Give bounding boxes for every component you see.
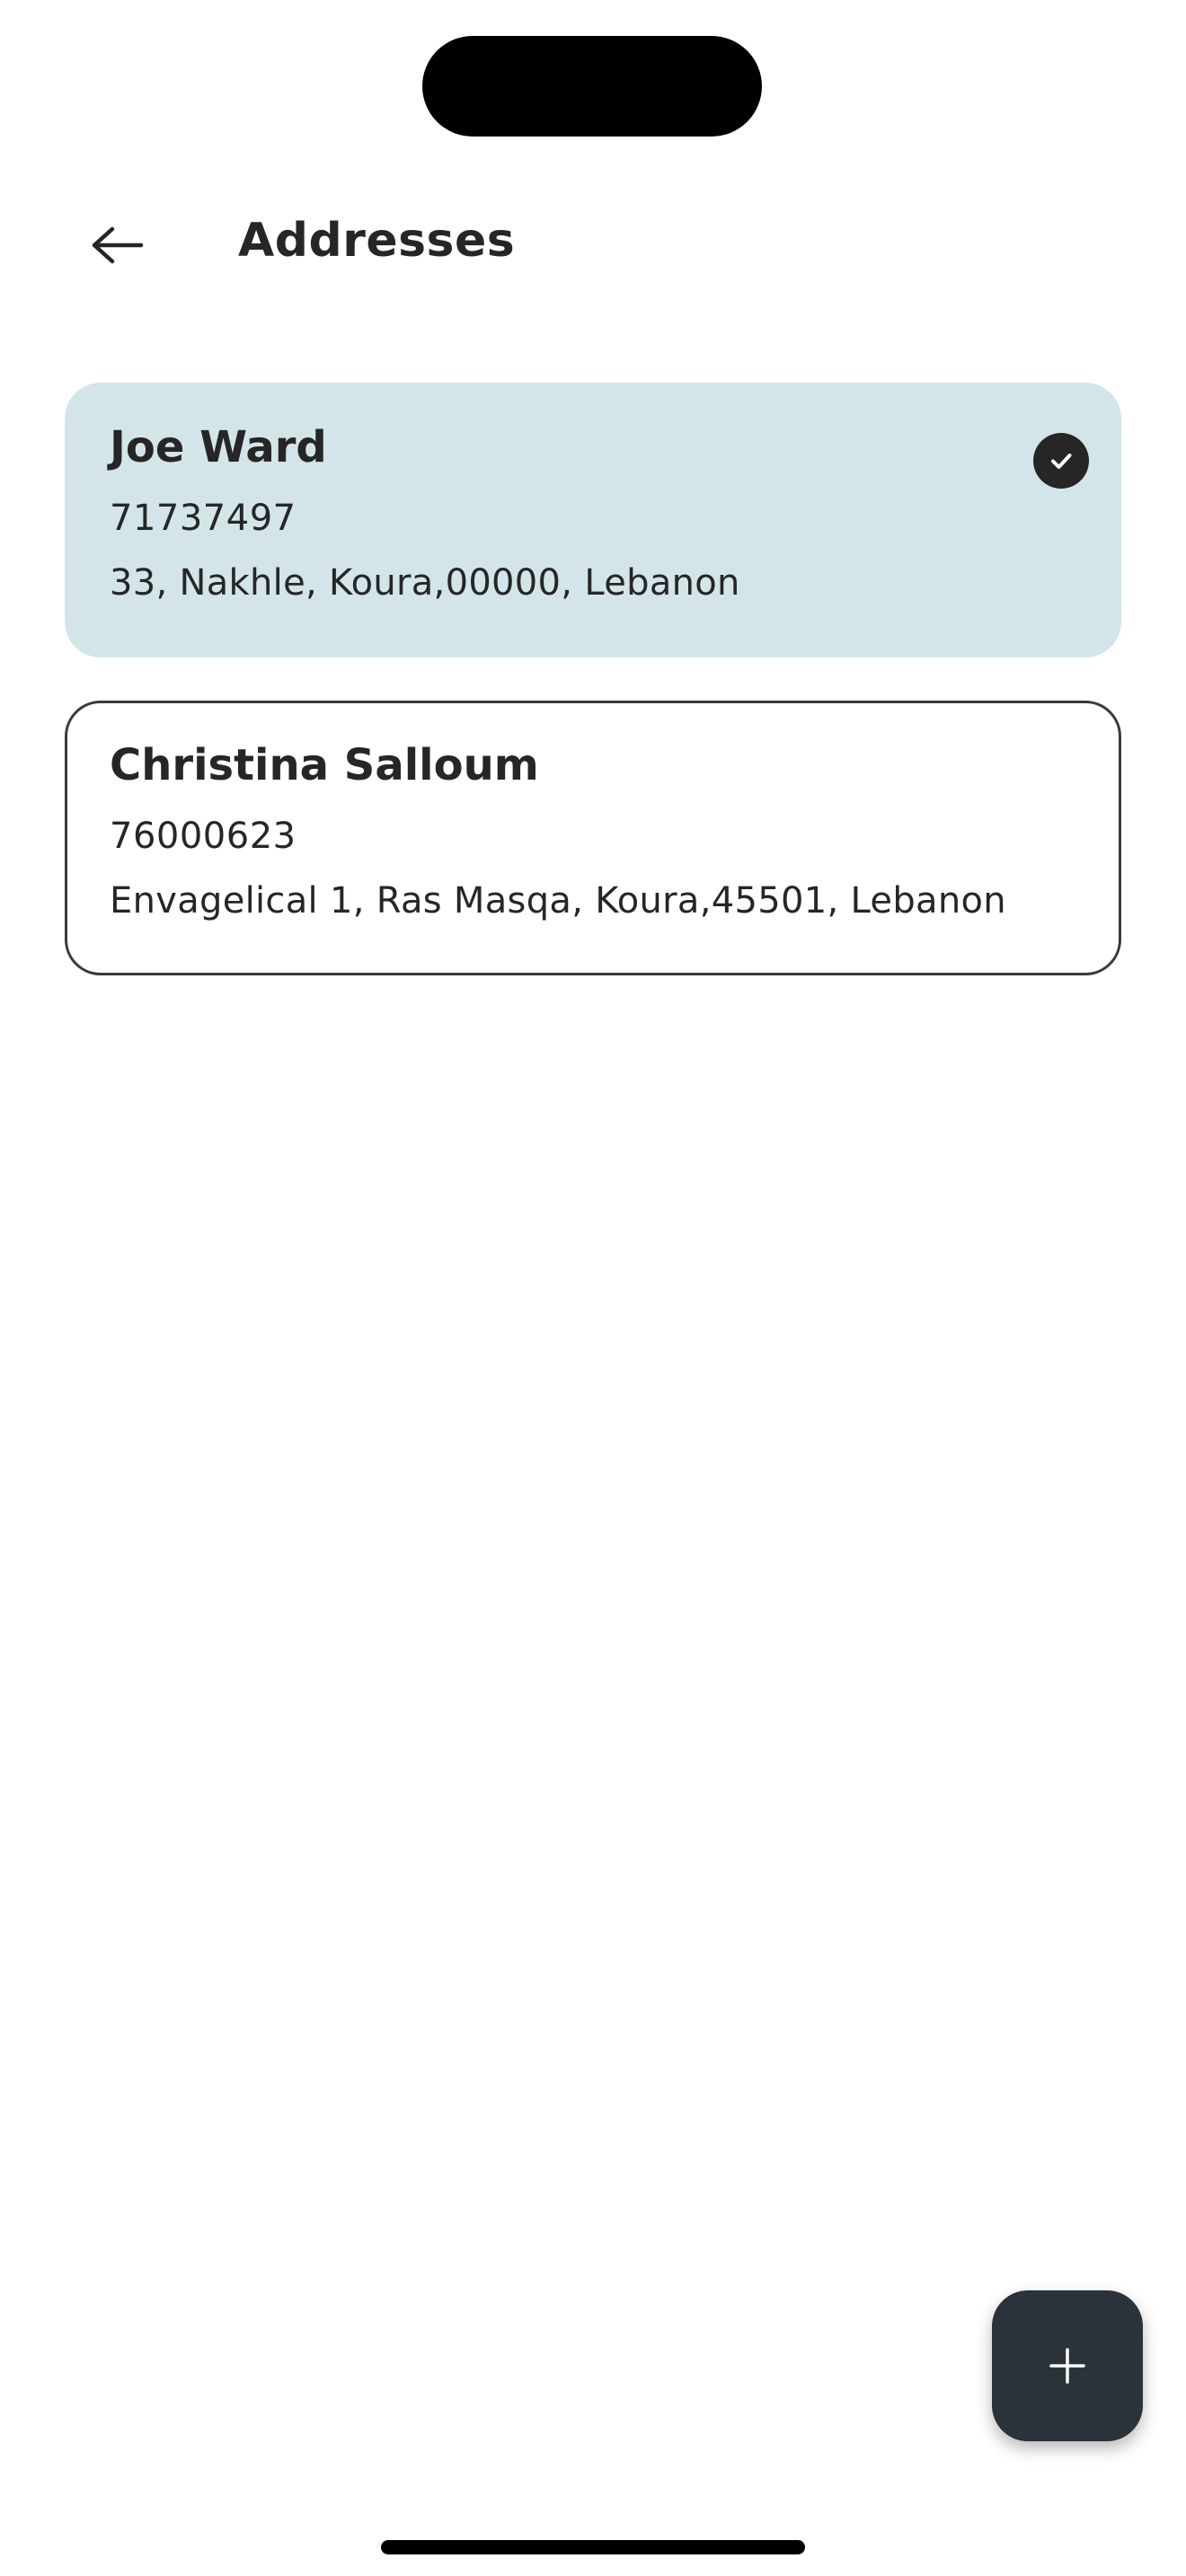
address-phone: 76000623 [110,816,296,857]
address-name: Joe Ward [110,422,327,472]
address-line: Envagelical 1, Ras Masqa, Koura,45501, L… [110,880,1006,922]
address-phone: 71737497 [110,498,296,539]
dynamic-island [422,36,762,137]
address-card[interactable]: Christina Salloum 76000623 Envagelical 1… [65,701,1121,975]
address-card-selected[interactable]: Joe Ward 71737497 33, Nakhle, Koura,0000… [65,383,1121,657]
arrow-left-icon [92,226,144,264]
plus-icon [1049,2348,1085,2384]
back-button[interactable] [70,198,165,293]
address-name: Christina Salloum [110,740,539,790]
page-title: Addresses [238,214,516,268]
home-indicator [381,2540,805,2554]
address-line: 33, Nakhle, Koura,00000, Lebanon [110,562,740,604]
check-circle-icon [1033,433,1089,489]
add-address-button[interactable] [992,2290,1143,2441]
